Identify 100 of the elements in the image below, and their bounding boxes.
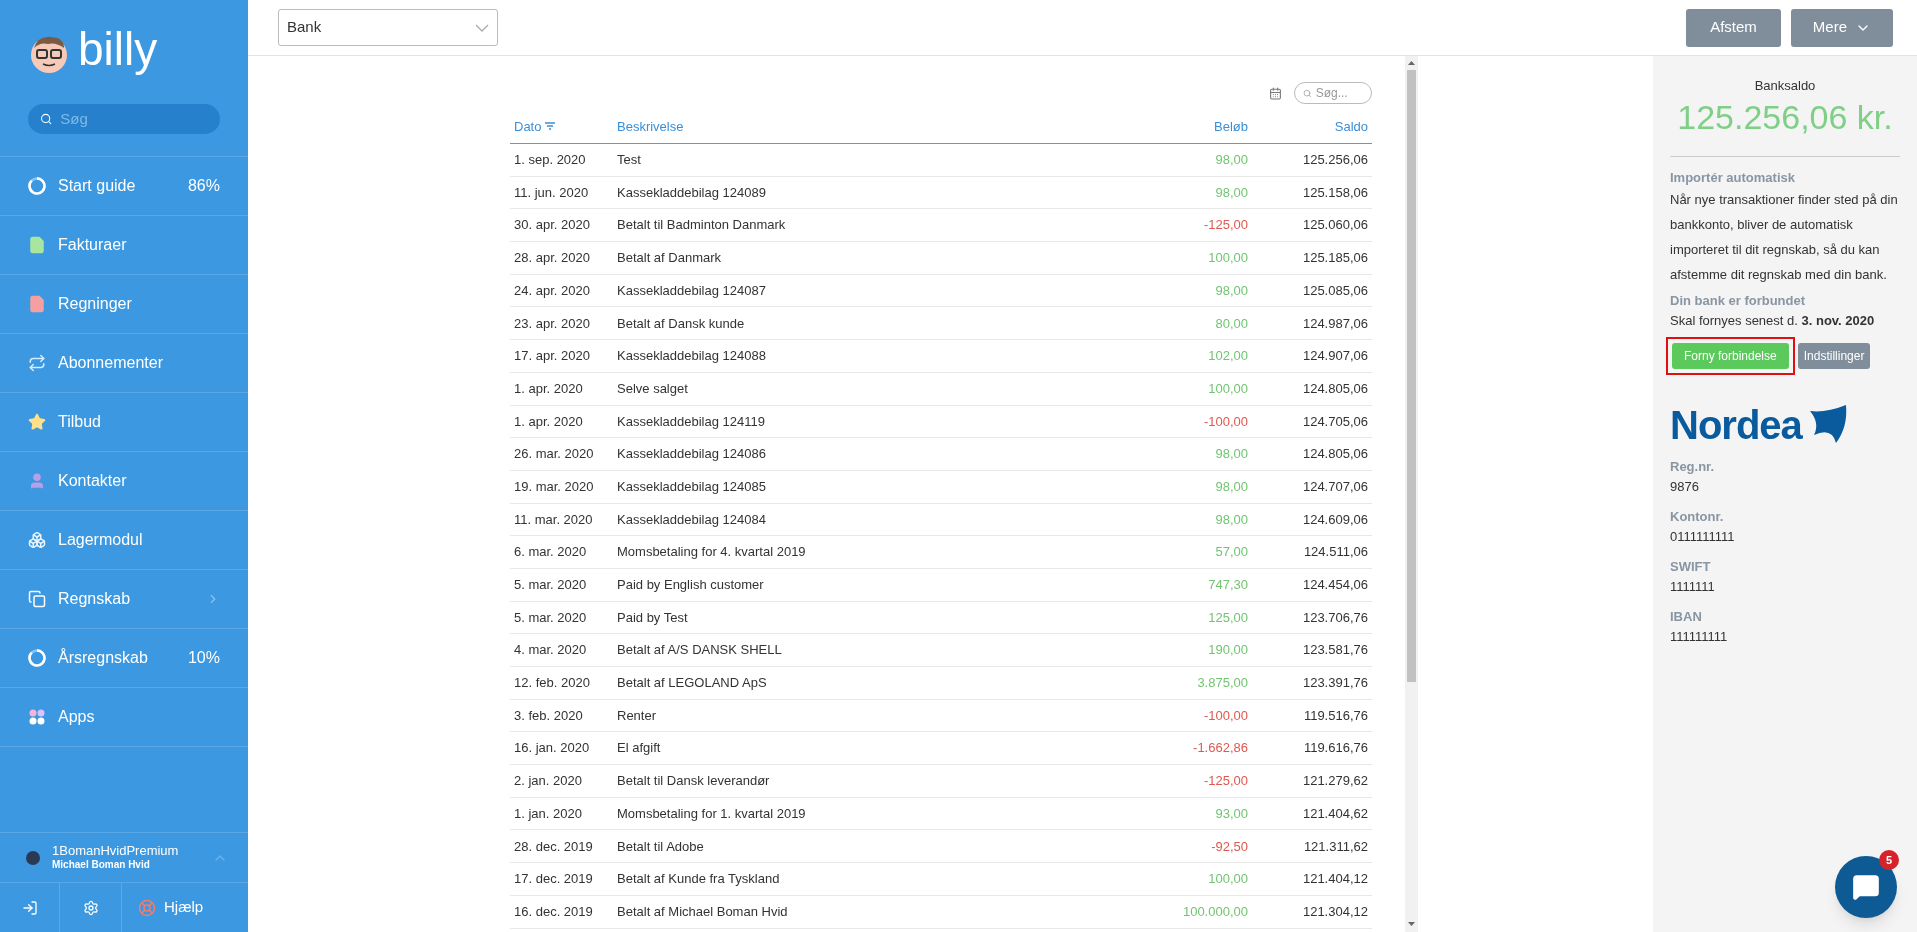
document-icon — [28, 295, 46, 313]
settings-button[interactable]: Indstillinger — [1797, 343, 1871, 369]
balance-cell-text: 123.581,76 — [1301, 641, 1368, 660]
date-cell-text: 1. sep. 2020 — [514, 151, 587, 170]
amount-cell-text: 747,30 — [1207, 576, 1248, 595]
amount-cell-text: 98,00 — [1214, 477, 1248, 496]
nav-item[interactable]: Start guide 86% — [0, 157, 248, 216]
documents-icon — [28, 590, 46, 608]
logout-icon — [21, 899, 38, 916]
apps-icon — [28, 708, 46, 726]
date-cell-text: 5. mar. 2020 — [514, 576, 588, 595]
column-header[interactable]: Beløb — [1128, 116, 1248, 136]
amount-cell-text: 3.875,00 — [1196, 674, 1248, 693]
nav-item[interactable]: Regninger — [0, 275, 248, 334]
amount-cell-text: 98,00 — [1214, 183, 1248, 202]
nav-item[interactable]: Kontakter — [0, 452, 248, 511]
balance-cell-text: 124.805,06 — [1301, 445, 1368, 464]
description-cell-text: Kassekladdebilag 124119 — [617, 412, 766, 431]
description-cell-text: Betalt til Adobe — [617, 837, 705, 856]
date-cell-text: 3. feb. 2020 — [514, 706, 584, 725]
nav-item[interactable]: Apps — [0, 688, 248, 747]
nav-item[interactable]: Lagermodul — [0, 511, 248, 570]
date-cell-text: 1. apr. 2020 — [514, 379, 584, 398]
column-header[interactable]: Dato — [514, 116, 617, 136]
description-cell-text: Momsbetaling for 1. kvartal 2019 — [617, 804, 807, 823]
balance-cell-text: 121.279,62 — [1301, 772, 1368, 791]
user-switcher[interactable]: 1BomanHvidPremium Michael Boman Hvid — [0, 832, 248, 882]
description-cell-text: Momsbetaling for 4. kvartal 2019 — [617, 543, 807, 562]
date-cell-text: 12. feb. 2020 — [514, 674, 591, 693]
field-label: IBAN — [1670, 608, 1703, 626]
balance-cell-text: 125.185,06 — [1301, 249, 1368, 268]
amount-cell-text: 93,00 — [1214, 804, 1248, 823]
nav-item[interactable]: Abonnementer — [0, 334, 248, 393]
ring-icon — [28, 649, 46, 667]
section-heading: Importér automatisk — [1670, 169, 1796, 187]
amount-cell-text: -92,50 — [1210, 837, 1248, 856]
balance-cell-text: 119.616,76 — [1302, 739, 1368, 758]
date-cell-text: 6. mar. 2020 — [514, 543, 588, 562]
amount-cell-text: -1.662,86 — [1192, 739, 1248, 758]
amount-cell-text: 100.000,00 — [1181, 902, 1248, 921]
amount-cell-text: -100,00 — [1202, 412, 1248, 431]
balance-cell-text: 121.304,12 — [1301, 902, 1368, 921]
description-cell-text: Betalt af Dansk kunde — [617, 314, 746, 333]
date-cell-text: 1. jan. 2020 — [514, 804, 583, 823]
avatar-icon — [26, 850, 40, 865]
column-header[interactable]: Saldo — [1248, 116, 1368, 136]
chat-icon — [1852, 873, 1880, 901]
nav-item[interactable]: Regnskab — [0, 570, 248, 629]
nav-item[interactable]: Tilbud — [0, 393, 248, 452]
organization-name: 1BomanHvidPremium — [52, 843, 180, 860]
amount-cell-text: 98,00 — [1214, 510, 1248, 529]
field-value: 1111111 — [1670, 578, 1716, 596]
balance-cell-text: 124.707,06 — [1301, 477, 1368, 496]
amount-cell-text: 190,00 — [1207, 641, 1248, 660]
balance-cell-text: 124.609,06 — [1301, 510, 1368, 529]
field-label: Kontonr. — [1670, 508, 1725, 526]
reconcile-button[interactable]: Afstem — [1686, 8, 1781, 47]
lifebuoy-icon — [138, 898, 156, 917]
date-cell-text: 23. apr. 2020 — [514, 314, 591, 333]
description-cell-text: Paid by English customer — [617, 576, 765, 595]
table-search-input[interactable]: Søg... — [1315, 84, 1363, 102]
date-cell-text: 17. apr. 2020 — [514, 347, 591, 366]
repeat-icon — [28, 354, 46, 372]
scrollbar[interactable] — [1405, 56, 1418, 932]
sort-icon — [545, 122, 556, 131]
amount-cell-text: -125,00 — [1202, 216, 1248, 235]
balance-cell-text: 124.511,06 — [1302, 543, 1368, 562]
more-button[interactable]: Mere — [1790, 8, 1893, 47]
description-cell-text: Kassekladdebilag 124085 — [617, 477, 767, 496]
person-icon — [28, 472, 46, 490]
balance-cell-text: 125.158,06 — [1301, 183, 1368, 202]
amount-cell-text: 125,00 — [1207, 608, 1248, 627]
nav-item[interactable]: Fakturaer — [0, 216, 248, 275]
import-description: Når nye transaktioner finder sted på din bankkonto, bliver de automatisk importeret til dit regnskab, så du kan afstemme dit regnskab med din bank. — [1670, 191, 1899, 284]
calendar-icon[interactable] — [1269, 86, 1282, 100]
balance-cell-text: 121.404,12 — [1301, 870, 1368, 889]
description-cell-text: El afgift — [617, 739, 662, 758]
search-field[interactable]: Søg — [28, 104, 220, 134]
account-select[interactable]: Bank — [278, 9, 498, 46]
description-cell-text: Selve salget — [617, 379, 689, 398]
balance-cell-text: 125.256,06 — [1301, 151, 1368, 170]
amount-cell-text: 100,00 — [1207, 379, 1248, 398]
help-button[interactable]: Hjælp — [122, 883, 204, 932]
date-cell-text: 30. apr. 2020 — [514, 216, 591, 235]
date-cell-text: 16. jan. 2020 — [514, 739, 591, 758]
date-cell-text: 28. dec. 2019 — [514, 837, 594, 856]
nav-item[interactable]: Årsregnskab 10% — [0, 629, 248, 688]
balance-cell-text: 124.805,06 — [1301, 379, 1368, 398]
balance-cell-text: 121.404,62 — [1301, 804, 1368, 823]
description-cell-text: Betalt af Kunde fra Tyskland — [617, 870, 781, 889]
renew-connection-button[interactable]: Forny forbindelse — [1672, 343, 1789, 369]
amount-cell-text: -100,00 — [1202, 706, 1248, 725]
date-cell-text: 11. jun. 2020 — [514, 183, 590, 202]
search-icon — [40, 112, 53, 126]
field-value: 9876 — [1670, 478, 1700, 496]
balance-cell-text: 125.085,06 — [1301, 281, 1368, 300]
search-input[interactable]: Søg — [60, 107, 208, 131]
date-cell-text: 2. jan. 2020 — [514, 772, 583, 791]
balance-cell-text: 124.907,06 — [1301, 347, 1368, 366]
column-header[interactable]: Beskrivelse — [617, 116, 1128, 136]
